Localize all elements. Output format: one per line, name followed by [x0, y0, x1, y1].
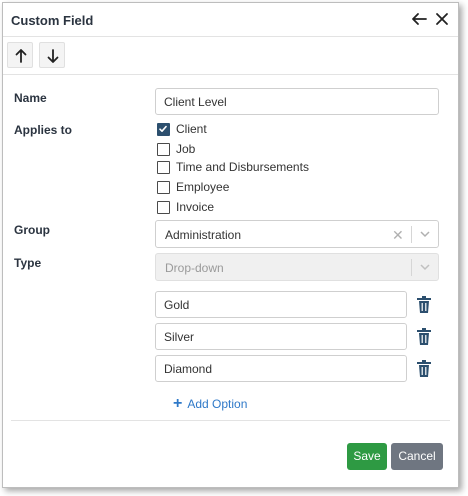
- move-up-button[interactable]: [7, 42, 33, 68]
- name-label: Name: [14, 91, 47, 105]
- close-icon[interactable]: [432, 9, 452, 29]
- applies-option-job[interactable]: Job: [157, 141, 195, 157]
- arrow-up-icon: [15, 49, 27, 63]
- option-label: Employee: [176, 180, 230, 194]
- select-divider: [411, 226, 412, 243]
- back-arrow-icon[interactable]: [409, 9, 429, 29]
- checkbox[interactable]: [157, 200, 170, 214]
- add-option-label: Add Option: [187, 397, 248, 411]
- dialog-header: Custom Field: [3, 3, 458, 37]
- footer-divider: [11, 420, 450, 421]
- checkbox[interactable]: [157, 160, 170, 174]
- option-input[interactable]: Diamond: [155, 355, 407, 382]
- option-label: Invoice: [176, 200, 215, 214]
- type-select-value: Drop-down: [165, 261, 224, 275]
- option-label: Client: [176, 122, 207, 136]
- group-select-value: Administration: [165, 228, 242, 242]
- checkbox-checked[interactable]: [157, 122, 170, 136]
- applies-option-invoice[interactable]: Invoice: [157, 199, 214, 215]
- cancel-button[interactable]: Cancel: [391, 443, 443, 470]
- toolbar: [3, 37, 458, 75]
- type-select: Drop-down: [155, 253, 439, 281]
- chevron-down-icon: [420, 264, 430, 271]
- save-button[interactable]: Save: [347, 443, 387, 470]
- add-option-button[interactable]: + Add Option: [173, 395, 247, 413]
- move-down-button[interactable]: [39, 42, 65, 68]
- chevron-down-icon[interactable]: [419, 229, 431, 239]
- option-label: Time and Disbursements: [176, 160, 309, 174]
- trash-icon[interactable]: [416, 296, 432, 314]
- group-label: Group: [14, 223, 50, 237]
- option-label: Job: [176, 142, 196, 156]
- trash-icon[interactable]: [416, 328, 432, 346]
- applies-to-label: Applies to: [14, 123, 73, 137]
- clear-icon[interactable]: ✕: [392, 227, 404, 243]
- custom-field-dialog: Custom Field Name Client Level Applies t…: [2, 2, 459, 488]
- applies-option-employee[interactable]: Employee: [157, 179, 229, 195]
- checkbox[interactable]: [157, 142, 170, 156]
- select-divider: [411, 259, 412, 276]
- applies-option-time-and-disbursements[interactable]: Time and Disbursements: [157, 159, 309, 175]
- trash-icon[interactable]: [416, 360, 432, 378]
- group-select[interactable]: Administration ✕: [155, 220, 439, 248]
- name-input[interactable]: Client Level: [155, 88, 439, 115]
- plus-icon: +: [173, 395, 183, 412]
- option-input[interactable]: Silver: [155, 323, 407, 350]
- arrow-down-icon: [47, 49, 59, 63]
- type-label: Type: [14, 256, 42, 270]
- checkbox[interactable]: [157, 180, 170, 194]
- dialog-title: Custom Field: [11, 13, 94, 28]
- applies-option-client[interactable]: Client: [157, 121, 207, 137]
- option-input[interactable]: Gold: [155, 291, 407, 318]
